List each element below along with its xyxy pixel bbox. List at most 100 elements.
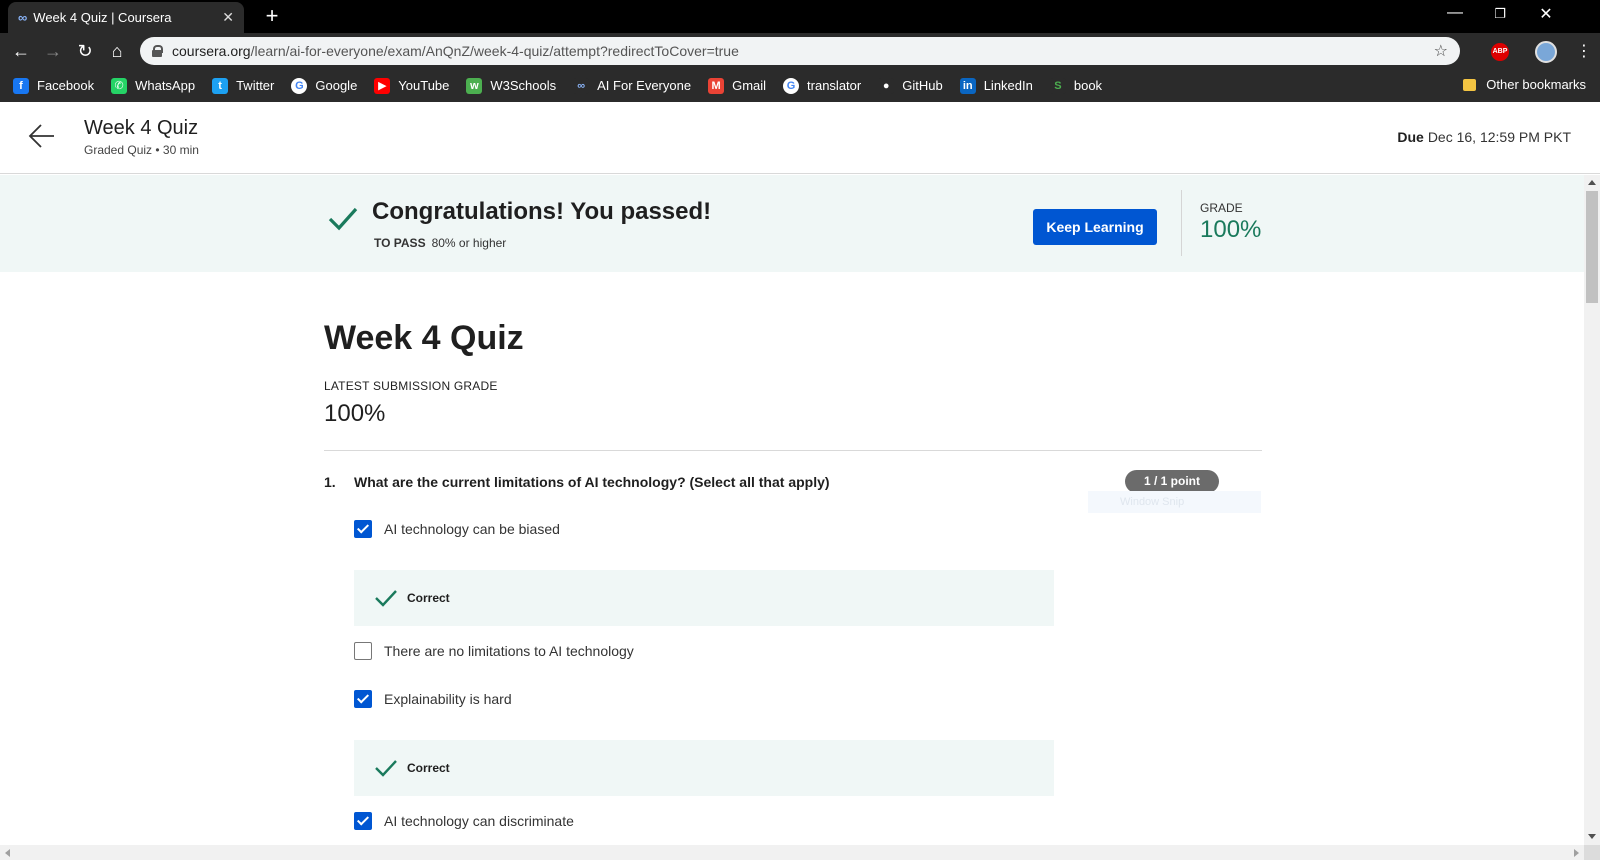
question-number: 1. [324, 474, 336, 490]
due-label: Due [1397, 129, 1424, 145]
checkbox-checked[interactable] [354, 520, 372, 538]
scroll-left-icon[interactable] [5, 849, 10, 857]
quiz-header-subtitle: Graded Quiz • 30 min [84, 143, 199, 157]
profile-avatar[interactable] [1535, 41, 1557, 63]
bookmark-item[interactable]: w W3Schools [466, 77, 557, 94]
horizontal-scrollbar[interactable] [0, 845, 1584, 860]
github-icon: ● [878, 77, 895, 94]
checkmark-icon [375, 590, 397, 607]
pass-banner: Congratulations! You passed! TO PASS 80% … [0, 175, 1584, 272]
quiz-header-title: Week 4 Quiz [84, 117, 199, 139]
answer-option-label: AI technology can discriminate [384, 813, 574, 829]
due-date: Due Dec 16, 12:59 PM PKT [1397, 129, 1571, 145]
quiz-header: Week 4 Quiz Graded Quiz • 30 min Due Dec … [0, 102, 1600, 174]
to-pass-label: TO PASS [374, 236, 426, 250]
grade-label: GRADE [1200, 201, 1243, 215]
bookmark-item[interactable]: t Twitter [212, 77, 274, 94]
back-arrow-icon[interactable] [28, 122, 56, 150]
bookmark-label: AI For Everyone [597, 78, 692, 93]
scrollbar-corner [1584, 845, 1600, 860]
answer-option[interactable]: AI technology can be biased [354, 520, 560, 538]
bookmark-item[interactable]: ▶ YouTube [374, 77, 449, 94]
bookmark-label: WhatsApp [135, 78, 196, 93]
checkbox-checked[interactable] [354, 690, 372, 708]
answer-option[interactable]: Explainability is hard [354, 690, 512, 708]
browser-tab[interactable]: ∞ Week 4 Quiz | Coursera ✕ [8, 2, 244, 33]
facebook-icon: f [13, 77, 29, 94]
tab-title: Week 4 Quiz | Coursera [33, 10, 172, 25]
answer-option-label: Explainability is hard [384, 691, 512, 707]
coursera-infinity-icon: ∞ [18, 10, 27, 25]
points-badge: 1 / 1 point [1125, 470, 1219, 493]
close-tab-icon[interactable]: ✕ [222, 9, 234, 26]
restore-icon[interactable]: ❐ [1485, 6, 1515, 22]
feedback-label: Correct [407, 591, 450, 605]
page-title: Week 4 Quiz [324, 319, 524, 357]
bookmark-label: W3Schools [490, 78, 557, 93]
bookmark-label: translator [807, 78, 862, 93]
to-pass-value: 80% or higher [431, 236, 507, 250]
bookmark-label: GitHub [902, 78, 943, 93]
scrollbar-thumb[interactable] [1586, 191, 1598, 303]
other-bookmarks[interactable]: Other bookmarks [1463, 77, 1586, 92]
pass-message: Congratulations! You passed! [372, 198, 712, 225]
folder-icon [1463, 78, 1477, 91]
bookmark-item[interactable]: ∞ AI For Everyone [573, 77, 692, 94]
back-icon[interactable]: ← [9, 39, 33, 63]
url-path: /learn/ai-for-everyone/exam/AnQnZ/week-4… [250, 43, 739, 59]
checkbox-checked[interactable] [354, 812, 372, 830]
scroll-down-icon[interactable] [1588, 834, 1596, 839]
home-icon[interactable]: ⌂ [105, 39, 129, 63]
book-s-icon: S [1049, 77, 1066, 94]
url-host: coursera.org [172, 43, 251, 59]
scroll-up-icon[interactable] [1588, 180, 1596, 185]
correct-feedback: Correct [354, 740, 1054, 796]
feedback-label: Correct [407, 761, 450, 775]
bookmark-label: Google [315, 78, 358, 93]
youtube-icon: ▶ [374, 77, 391, 94]
new-tab-button[interactable]: + [260, 4, 284, 28]
bookmark-item[interactable]: Gtranslator [783, 77, 862, 94]
keep-learning-button[interactable]: Keep Learning [1033, 209, 1157, 245]
correct-feedback: Correct [354, 570, 1054, 626]
gmail-icon: M [708, 77, 725, 94]
checkmark-icon [375, 760, 397, 777]
bookmark-item[interactable]: G Google [291, 77, 358, 94]
lock-icon [152, 45, 163, 57]
address-bar[interactable]: coursera.org/learn/ai-for-everyone/exam/… [140, 37, 1460, 65]
answer-option[interactable]: There are no limitations to AI technolog… [354, 642, 634, 660]
whatsapp-icon: ✆ [111, 77, 128, 94]
scroll-right-icon[interactable] [1574, 849, 1579, 857]
reload-icon[interactable]: ↻ [73, 39, 97, 63]
forward-icon[interactable]: → [41, 39, 65, 63]
tab-strip: ∞ Week 4 Quiz | Coursera ✕ + — ❐ ✕ [0, 0, 1600, 33]
bookmark-label: Gmail [732, 78, 767, 93]
w3schools-icon: w [466, 77, 483, 94]
linkedin-icon: in [959, 77, 976, 94]
browser-toolbar: ← → ↻ ⌂ coursera.org/learn/ai-for-everyo… [0, 33, 1600, 69]
bookmark-item[interactable]: ● GitHub [878, 77, 943, 94]
bookmark-star-icon[interactable]: ☆ [1434, 41, 1448, 61]
grade-value: 100% [1200, 216, 1262, 243]
bookmark-item[interactable]: f Facebook [13, 77, 94, 94]
close-window-icon[interactable]: ✕ [1531, 4, 1561, 24]
bookmark-label: book [1073, 78, 1103, 93]
checkbox-unchecked[interactable] [354, 642, 372, 660]
answer-option-label: There are no limitations to AI technolog… [384, 643, 634, 659]
checkmark-icon [328, 207, 358, 231]
window-snip-overlay: Window Snip [1088, 491, 1261, 513]
bookmark-item[interactable]: ✆ WhatsApp [111, 77, 196, 94]
to-pass-requirement: TO PASS 80% or higher [374, 236, 506, 250]
bookmark-item[interactable]: Sbook [1049, 77, 1103, 94]
bookmark-item[interactable]: in LinkedIn [959, 77, 1033, 94]
vertical-scrollbar[interactable] [1584, 175, 1600, 845]
bookmark-item[interactable]: M Gmail [708, 77, 767, 94]
adblock-plus-icon[interactable]: ABP [1491, 43, 1509, 61]
grade-divider [1181, 190, 1182, 256]
menu-kebab-icon[interactable]: ⋮ [1576, 41, 1592, 61]
minimize-icon[interactable]: — [1440, 4, 1470, 22]
latest-grade-label: LATEST SUBMISSION GRADE [324, 379, 498, 393]
other-bookmarks-label: Other bookmarks [1486, 77, 1586, 92]
answer-option[interactable]: AI technology can discriminate [354, 812, 574, 830]
google-icon: G [783, 77, 800, 94]
